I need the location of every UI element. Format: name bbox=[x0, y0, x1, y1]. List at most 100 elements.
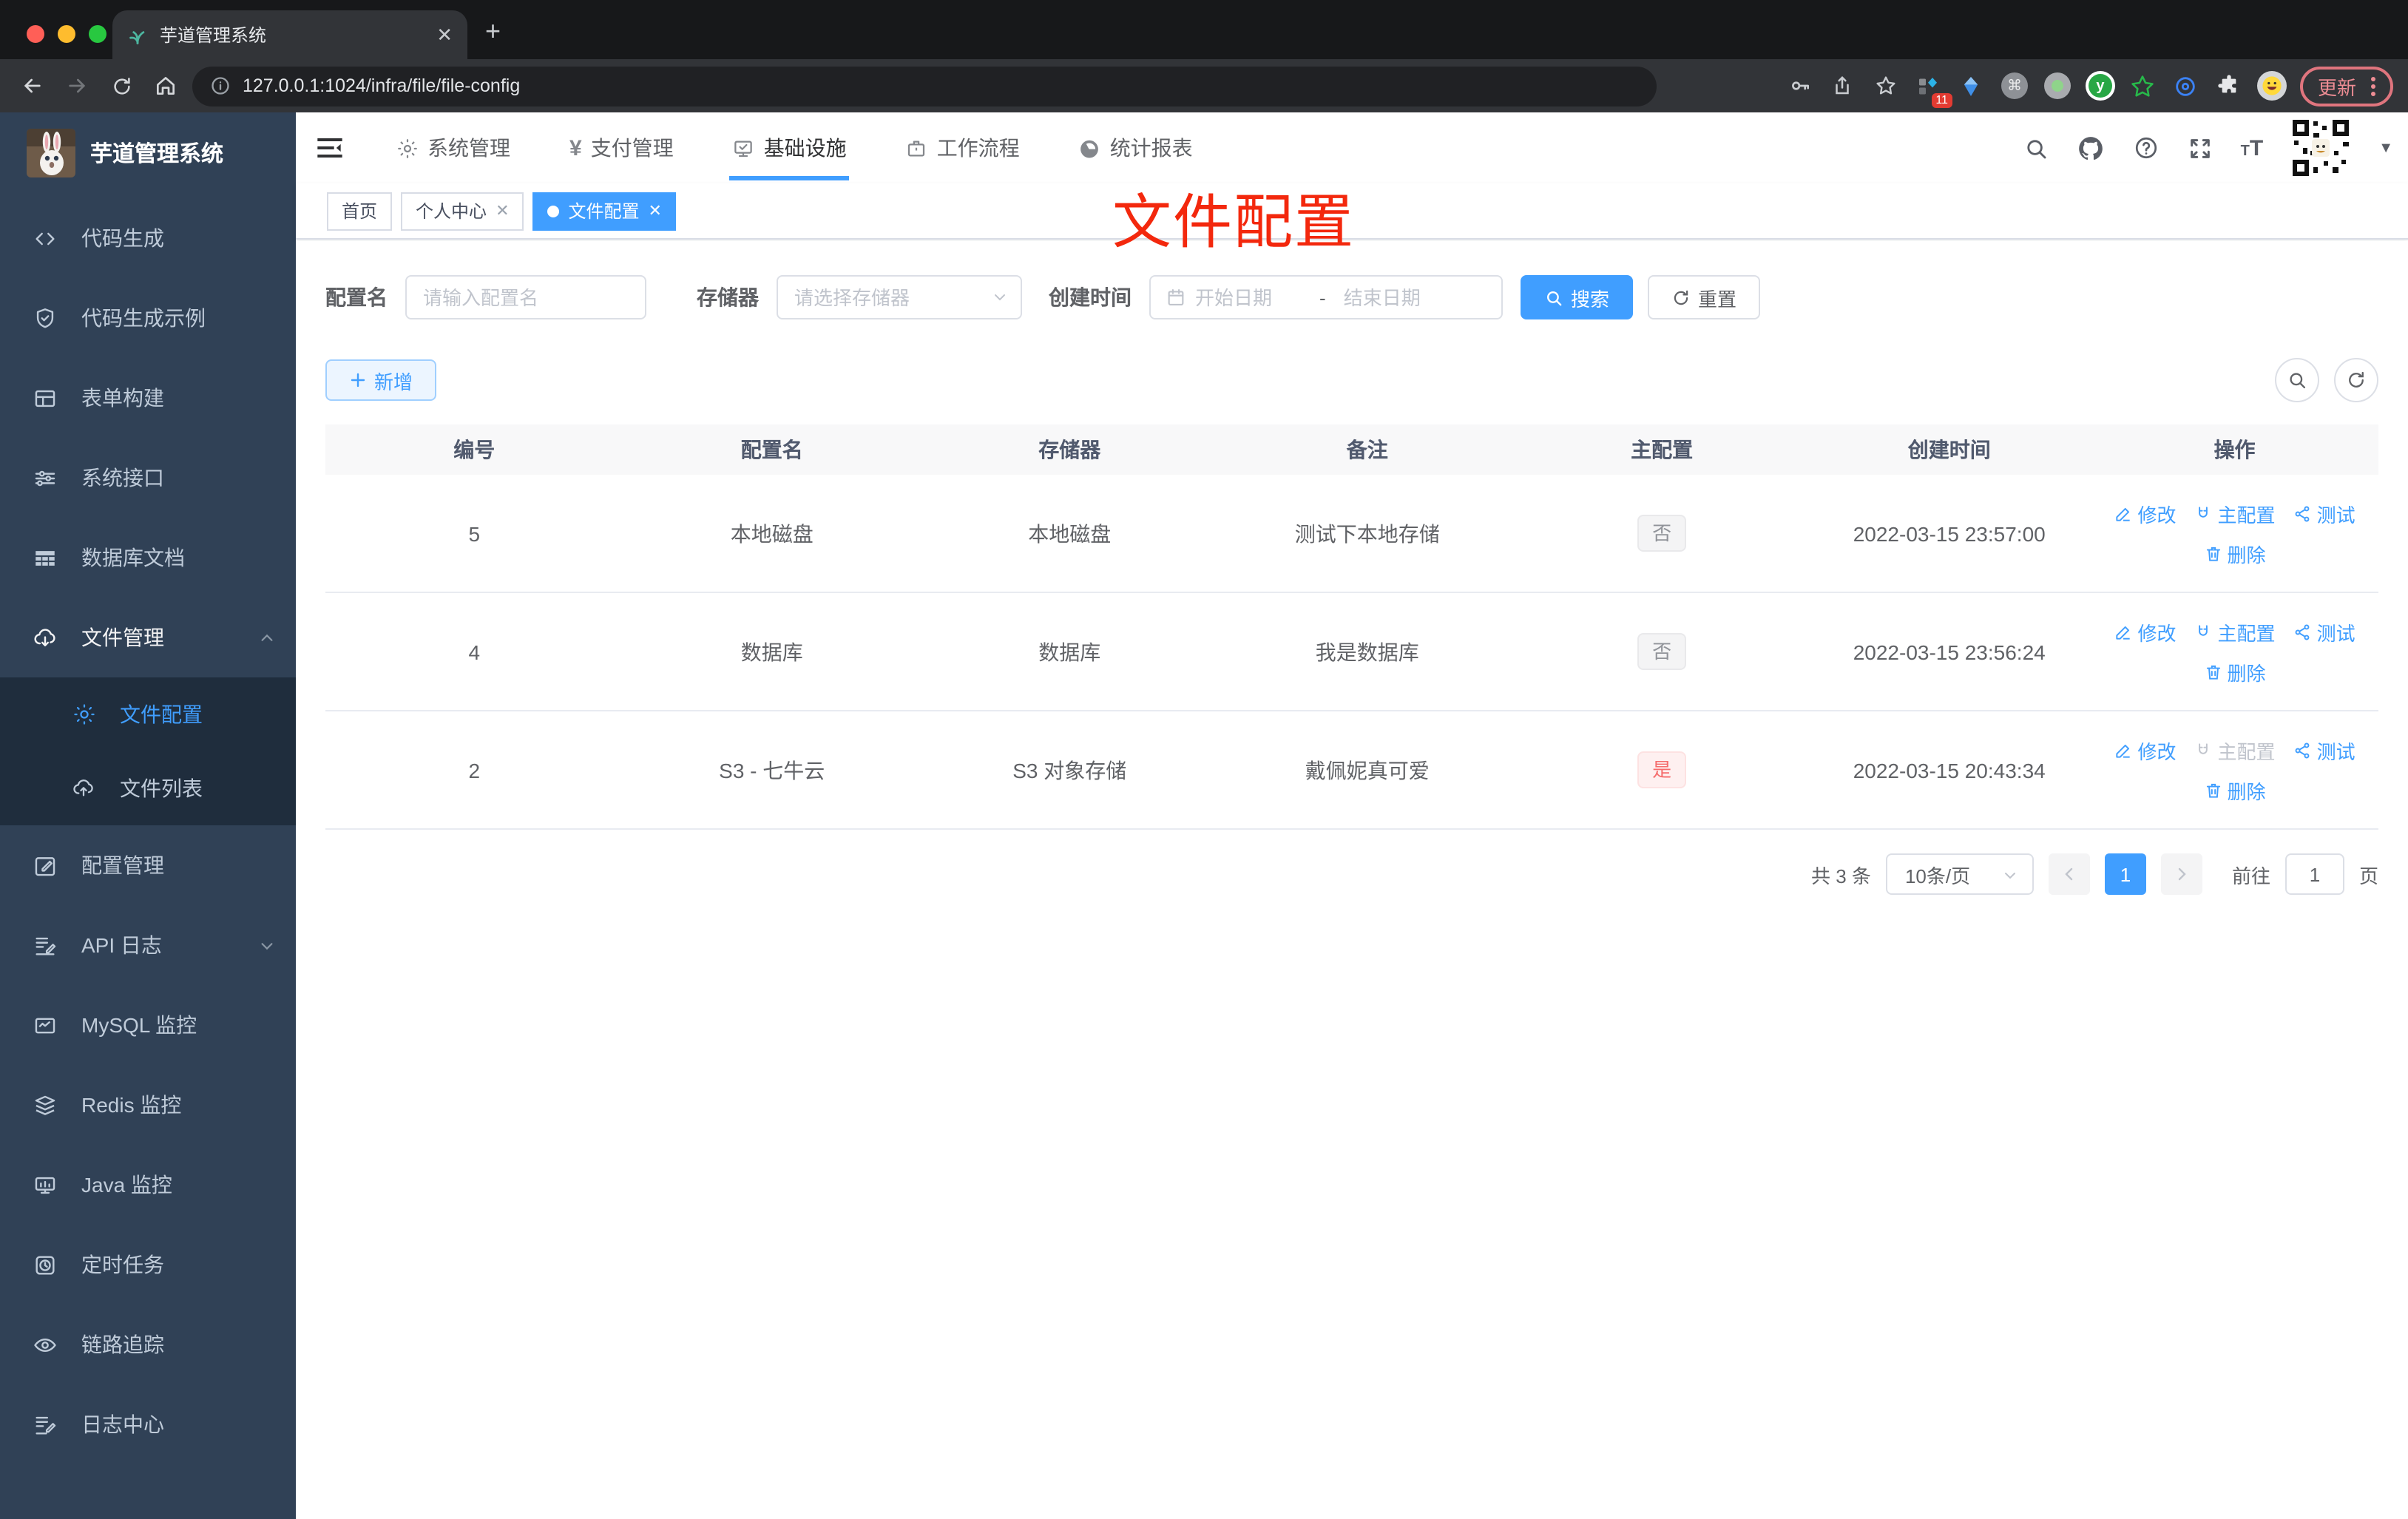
test-link[interactable]: 测试 bbox=[2293, 736, 2355, 764]
bookmark-star-icon[interactable] bbox=[1871, 71, 1901, 101]
add-button-label: 新增 bbox=[374, 371, 413, 393]
extensions-puzzle-icon[interactable] bbox=[2214, 71, 2244, 101]
forward-icon[interactable] bbox=[59, 68, 95, 104]
chrome-update-button[interactable]: 更新 bbox=[2299, 66, 2393, 106]
fullscreen-icon[interactable] bbox=[2186, 133, 2216, 163]
chevron-down-icon bbox=[259, 937, 275, 953]
sidebar-item-java-monitor[interactable]: Java 监控 bbox=[0, 1145, 296, 1225]
url-text: 127.0.0.1:1024/infra/file/file-config bbox=[243, 75, 521, 96]
goto-page-input[interactable] bbox=[2284, 853, 2344, 895]
close-window-icon[interactable] bbox=[27, 25, 44, 43]
extension-dot-icon[interactable] bbox=[2043, 71, 2072, 101]
edit-link[interactable]: 修改 bbox=[2114, 618, 2177, 646]
minimize-window-icon[interactable] bbox=[58, 25, 75, 43]
next-page-button[interactable] bbox=[2160, 853, 2202, 895]
tab-close-icon[interactable]: ✕ bbox=[436, 23, 453, 47]
new-tab-button[interactable]: + bbox=[485, 18, 501, 44]
edit-link[interactable]: 修改 bbox=[2114, 736, 2177, 764]
reload-icon[interactable] bbox=[104, 68, 139, 104]
edit-label: 修改 bbox=[2137, 504, 2177, 526]
sidebar: 芋道管理系统 代码生成 代码生成示例 表单构建 系统接口 数据库文档 文件管理 … bbox=[0, 112, 296, 1519]
url-bar[interactable]: 127.0.0.1:1024/infra/file/file-config bbox=[192, 66, 1657, 106]
back-icon[interactable] bbox=[15, 68, 50, 104]
sidebar-item-log-center[interactable]: 日志中心 bbox=[0, 1384, 296, 1464]
extension-tag-manager-icon[interactable]: 11 bbox=[1914, 71, 1952, 108]
sidebar-item-file-list[interactable]: 文件列表 bbox=[0, 751, 296, 825]
cell-storage: 本地磁盘 bbox=[1028, 521, 1112, 545]
extension-target-icon[interactable] bbox=[2171, 71, 2201, 101]
main-content: 配置名 存储器 创建时间 - 搜索 bbox=[296, 241, 2408, 1519]
profile-avatar-emoji[interactable] bbox=[2256, 71, 2287, 101]
sidebar-item-config-management[interactable]: 配置管理 bbox=[0, 825, 296, 905]
help-icon[interactable] bbox=[2131, 133, 2161, 163]
close-icon[interactable]: ✕ bbox=[649, 201, 662, 220]
refresh-table-button[interactable] bbox=[2334, 358, 2378, 402]
chrome-menu-icon[interactable] bbox=[2371, 76, 2375, 95]
sidebar-item-code-demo[interactable]: 代码生成示例 bbox=[0, 278, 296, 358]
storage-select[interactable] bbox=[777, 275, 1022, 319]
edit-link[interactable]: 修改 bbox=[2114, 499, 2177, 527]
sidebar-item-file-management[interactable]: 文件管理 bbox=[0, 598, 296, 677]
start-date-input[interactable] bbox=[1195, 286, 1302, 308]
sidebar-logo[interactable]: 芋道管理系统 bbox=[0, 118, 296, 186]
extension-y-icon[interactable]: y bbox=[2085, 71, 2115, 101]
nav-item-reports[interactable]: 统计报表 bbox=[1049, 112, 1222, 183]
home-icon[interactable] bbox=[148, 68, 183, 104]
nav-item-infrastructure[interactable]: 基础设施 bbox=[703, 112, 876, 183]
page-number-button[interactable]: 1 bbox=[2104, 853, 2146, 895]
add-button[interactable]: 新增 bbox=[325, 359, 437, 401]
maximize-window-icon[interactable] bbox=[89, 25, 106, 43]
user-avatar-qr[interactable] bbox=[2288, 115, 2354, 180]
sidebar-item-db-doc[interactable]: 数据库文档 bbox=[0, 518, 296, 598]
extension-command-icon[interactable]: ⌘ bbox=[2000, 71, 2029, 101]
user-menu-caret-icon[interactable]: ▼ bbox=[2378, 140, 2393, 156]
password-key-icon[interactable] bbox=[1785, 71, 1815, 101]
sidebar-item-code-generation[interactable]: 代码生成 bbox=[0, 198, 296, 278]
sidebar-item-mysql-monitor[interactable]: MySQL 监控 bbox=[0, 985, 296, 1065]
page-size-select[interactable]: 10条/页 bbox=[1885, 853, 2034, 895]
sidebar-item-trace[interactable]: 链路追踪 bbox=[0, 1305, 296, 1384]
extension-star-icon[interactable] bbox=[2128, 71, 2158, 101]
test-link[interactable]: 测试 bbox=[2293, 618, 2355, 646]
storage-select-input[interactable] bbox=[777, 275, 1022, 319]
nav-item-payment[interactable]: ¥ 支付管理 bbox=[540, 112, 703, 183]
sidebar-item-redis-monitor[interactable]: Redis 监控 bbox=[0, 1065, 296, 1145]
share-icon[interactable] bbox=[1828, 71, 1858, 101]
config-name-input[interactable] bbox=[405, 275, 646, 319]
browser-tab[interactable]: 芋道管理系统 ✕ bbox=[112, 10, 467, 59]
nav-item-workflow[interactable]: 工作流程 bbox=[876, 112, 1049, 183]
master-config-link[interactable]: 主配置 bbox=[2194, 499, 2276, 527]
nav-item-system[interactable]: 系统管理 bbox=[367, 112, 540, 183]
tab-file-config[interactable]: 文件配置 ✕ bbox=[532, 192, 677, 230]
extension-gem-icon[interactable] bbox=[1957, 71, 1986, 101]
date-range-picker[interactable]: - bbox=[1149, 275, 1503, 319]
tab-profile[interactable]: 个人中心 ✕ bbox=[401, 192, 524, 230]
reset-button[interactable]: 重置 bbox=[1648, 275, 1761, 319]
master-config-link[interactable]: 主配置 bbox=[2194, 618, 2276, 646]
layers-icon bbox=[33, 1092, 58, 1117]
show-search-button[interactable] bbox=[2275, 358, 2319, 402]
sidebar-item-system-api[interactable]: 系统接口 bbox=[0, 438, 296, 518]
github-icon[interactable] bbox=[2077, 133, 2106, 163]
font-size-icon[interactable]: TT bbox=[2241, 135, 2264, 160]
tab-home[interactable]: 首页 bbox=[327, 192, 393, 230]
delete-link[interactable]: 删除 bbox=[2204, 776, 2266, 804]
dashboard-icon bbox=[1079, 137, 1101, 159]
sidebar-item-form-builder[interactable]: 表单构建 bbox=[0, 358, 296, 438]
end-date-input[interactable] bbox=[1343, 286, 1450, 308]
sidebar-item-api-log[interactable]: API 日志 bbox=[0, 905, 296, 985]
site-info-icon[interactable] bbox=[210, 75, 231, 96]
prev-page-button[interactable] bbox=[2048, 853, 2090, 895]
traffic-lights[interactable] bbox=[27, 25, 106, 43]
plus-icon bbox=[351, 373, 365, 388]
sidebar-item-scheduled-tasks[interactable]: 定时任务 bbox=[0, 1225, 296, 1305]
search-button[interactable]: 搜索 bbox=[1521, 275, 1634, 319]
cell-actions: 修改 主配置 测试 删除 bbox=[2091, 499, 2378, 567]
delete-link[interactable]: 删除 bbox=[2204, 657, 2266, 686]
delete-link[interactable]: 删除 bbox=[2204, 539, 2266, 567]
sidebar-collapse-icon[interactable] bbox=[314, 132, 346, 164]
sidebar-item-file-config[interactable]: 文件配置 bbox=[0, 677, 296, 751]
search-icon[interactable] bbox=[2022, 133, 2052, 163]
test-link[interactable]: 测试 bbox=[2293, 499, 2355, 527]
close-icon[interactable]: ✕ bbox=[496, 201, 509, 220]
